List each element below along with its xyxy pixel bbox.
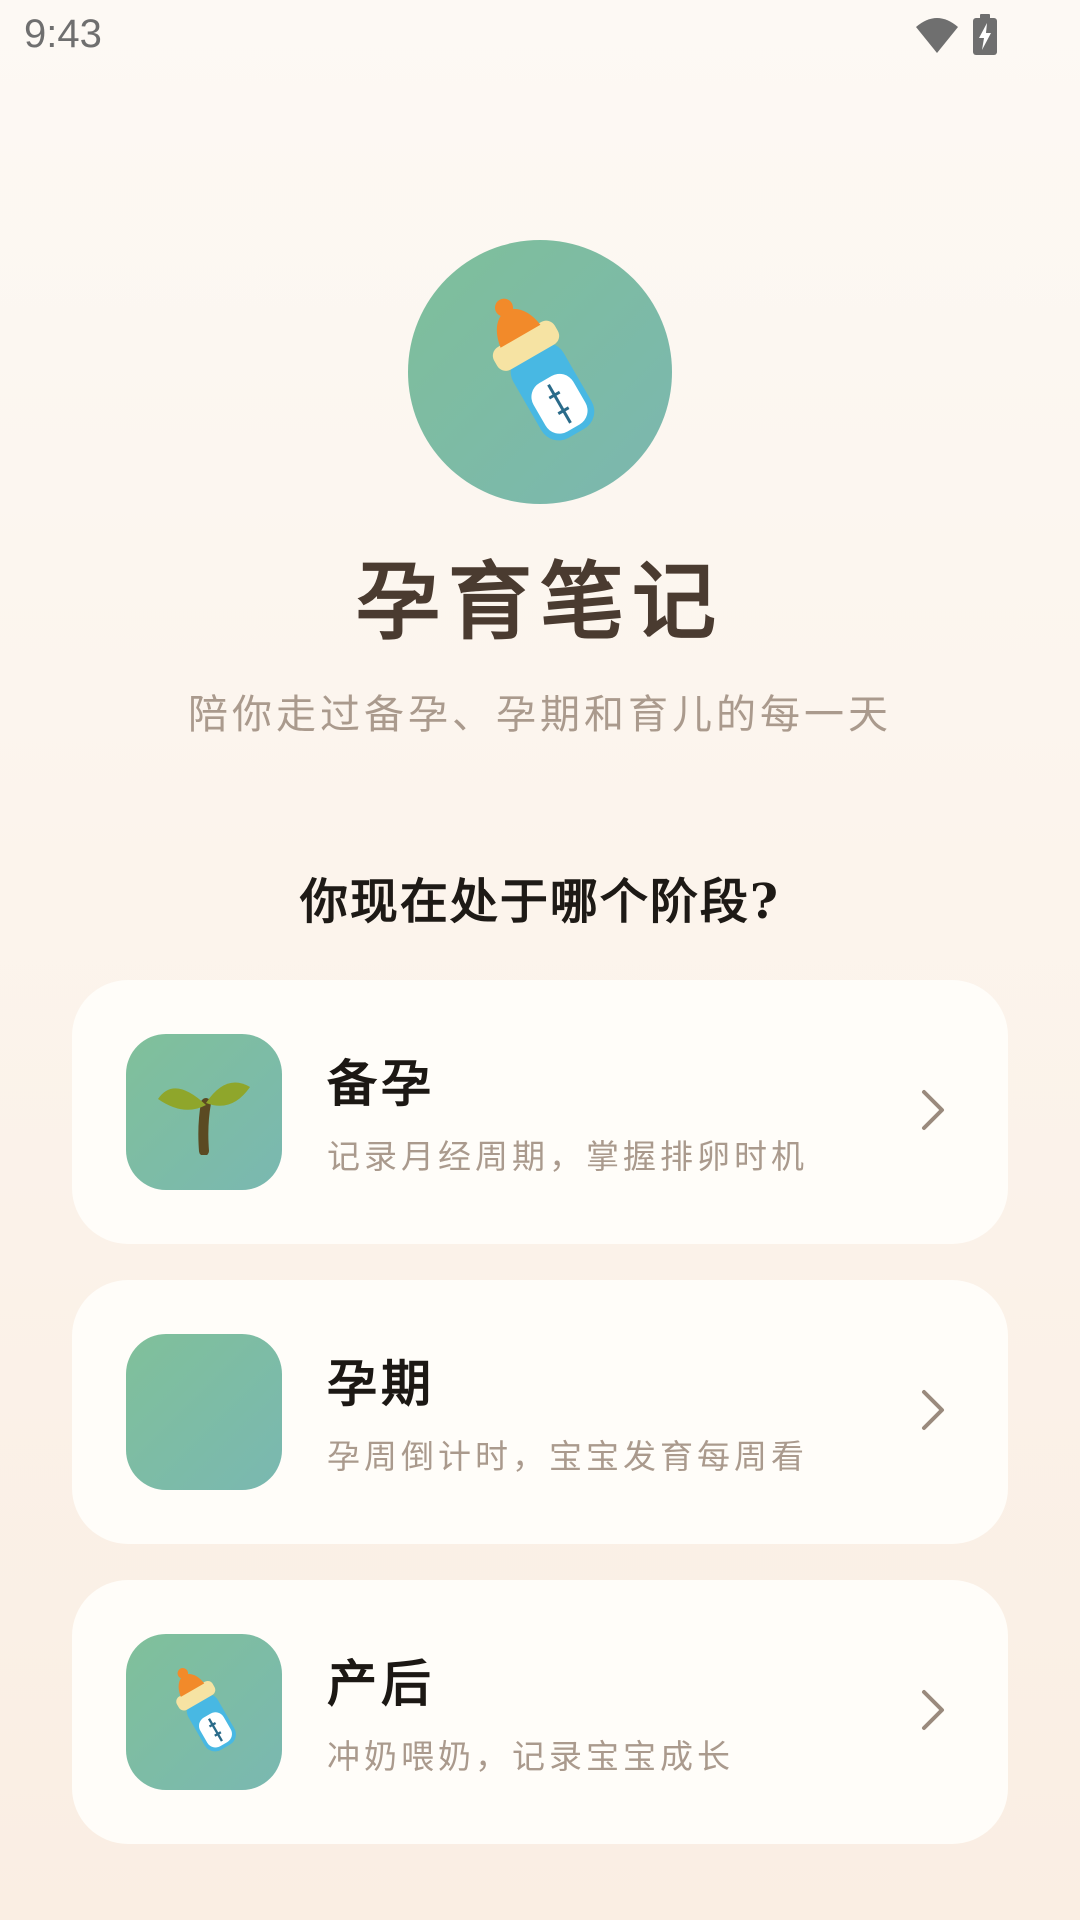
chevron-right-icon	[920, 1688, 946, 1736]
stage-card-postpartum[interactable]: 产后 冲奶喂奶，记录宝宝成长	[72, 1580, 1008, 1844]
chevron-right-icon	[920, 1088, 946, 1136]
card-description: 记录月经周期，掌握排卵时机	[327, 1137, 808, 1176]
card-title: 孕期	[327, 1355, 435, 1413]
hero-section: 孕育笔记 陪你走过备孕、孕期和育儿的每一天	[0, 240, 1080, 740]
status-time: 9:43	[24, 12, 102, 56]
card-icon-tile	[126, 1634, 282, 1790]
battery-charging-icon	[972, 14, 998, 60]
app-title: 孕育笔记	[355, 552, 724, 651]
card-icon-tile	[126, 1334, 282, 1490]
card-icon-tile	[126, 1034, 282, 1190]
baby-bottle-icon	[465, 285, 615, 459]
app-subtitle: 陪你走过备孕、孕期和育儿的每一天	[188, 692, 892, 739]
app-logo	[408, 240, 672, 504]
baby-bottle-icon	[159, 1660, 249, 1764]
stage-card-pregnancy[interactable]: 孕期 孕周倒计时，宝宝发育每周看	[72, 1280, 1008, 1544]
card-title: 产后	[327, 1655, 435, 1713]
chevron-right-icon	[920, 1388, 946, 1436]
seedling-icon	[154, 1065, 254, 1159]
card-title: 备孕	[327, 1055, 435, 1113]
card-description: 孕周倒计时，宝宝发育每周看	[327, 1437, 808, 1476]
status-icons	[914, 14, 998, 60]
stage-card-prepregnancy[interactable]: 备孕 记录月经周期，掌握排卵时机	[72, 980, 1008, 1244]
card-description: 冲奶喂奶，记录宝宝成长	[327, 1737, 734, 1776]
wifi-icon	[914, 15, 960, 59]
status-bar: 9:43	[0, 0, 1080, 74]
stage-question: 你现在处于哪个阶段?	[299, 874, 781, 930]
